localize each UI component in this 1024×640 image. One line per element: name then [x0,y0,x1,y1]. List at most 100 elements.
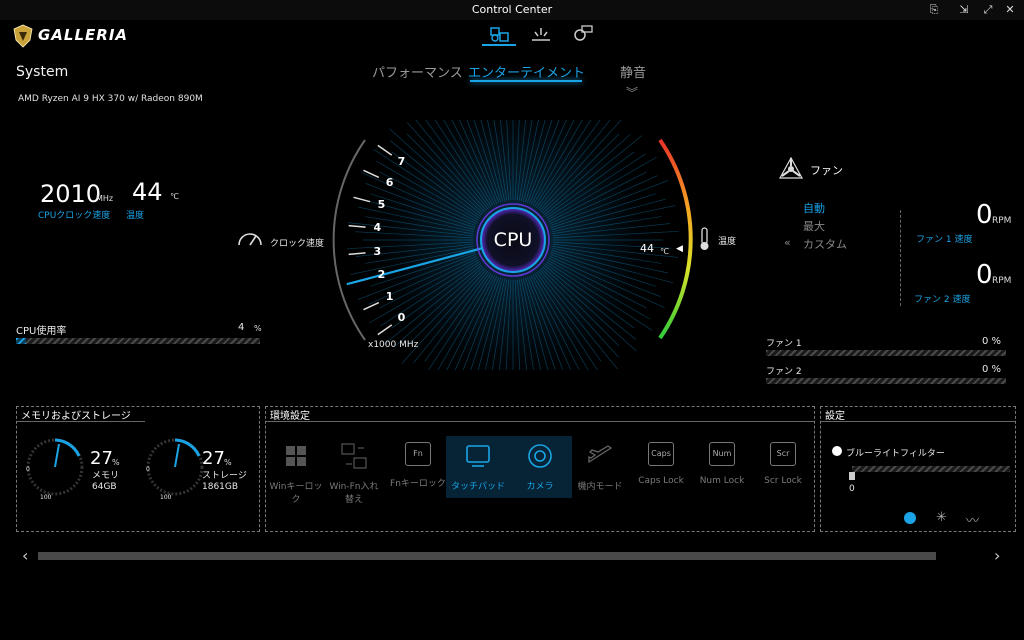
temp-title: 温度 [718,237,737,247]
fan-title: ファン [810,164,843,177]
gauge-tick-label: 7 [397,154,406,168]
speedometer-icon [238,233,262,246]
camera-toggle[interactable]: カメラ [508,436,572,498]
caps-key-text: Caps [648,442,674,466]
audio-wave-icon[interactable]: 〰 [966,510,979,529]
num-lock-toggle[interactable]: Num Num Lock [694,440,750,486]
win-fn-swap-label: Win-Fn入れ替え [329,482,379,505]
fan2-bar-value: 0 % [982,364,1002,375]
memory-percent-unit: % [112,458,120,467]
dashboard-tab-icon[interactable] [488,24,510,44]
storage-percent-unit: % [224,458,232,467]
caps-lock-toggle[interactable]: Caps Caps Lock [633,440,689,486]
caps-key-icon: Caps [647,442,675,470]
expand-chevron-icon[interactable]: ︾ [626,84,638,101]
win-fn-swap-toggle[interactable]: Win-Fn入れ替え [326,440,382,505]
swap-keys-icon [341,443,367,469]
storage-percent: 27 [202,448,225,469]
bluelight-slider[interactable] [852,466,1010,472]
bluelight-value: 0 [849,484,855,494]
win-key-lock-toggle[interactable]: Winキーロック [268,440,324,505]
gauge-tick-label: 2 [377,268,386,282]
cpu-temp-value: 44 [132,178,163,206]
gauge-center-label: CPU [493,229,533,251]
theme-mode-icon[interactable] [904,512,916,524]
fan2-bar-label: ファン 2 [766,367,802,377]
scroll-right-arrow-icon[interactable]: › [994,546,1000,565]
win-key-lock-label: Winキーロック [269,482,323,505]
minimize-icon[interactable]: ⇲ [954,2,974,18]
lighting-tab-icon[interactable] [530,24,552,44]
memory-panel-title: メモリおよびストレージ [17,407,145,422]
scr-key-text: Scr [770,442,796,466]
fn-key-lock-label: Fnキーロック [390,479,446,489]
fn-key-icon: Fn [404,442,432,470]
bluelight-label: ブルーライトフィルター [846,449,945,459]
close-icon[interactable]: ✕ [1000,2,1020,18]
gauge-scale-unit: x1000 MHz [368,340,419,350]
fan2-rpm-unit: RPM [992,276,1012,286]
storage-dial-max: 100 [160,494,172,501]
memory-dial-min: 0 [26,466,30,473]
memory-dial-max: 100 [40,494,52,501]
gauge-tick-label: 0 [397,311,406,324]
mode-entertainment[interactable]: エンターテイメント [468,62,585,81]
scroll-lock-toggle[interactable]: Scr Scr Lock [755,440,811,486]
fan-mode-custom[interactable]: カスタム [803,236,847,252]
monitor-tab-icon[interactable] [572,24,594,44]
brightness-icon[interactable]: ✳ [936,510,947,525]
fn-key-lock-toggle[interactable]: Fn Fnキーロック [390,440,446,489]
temp-pointer-icon: ◀ [676,244,683,254]
gauge-tick-label: 4 [373,221,382,235]
touchpad-toggle[interactable]: タッチパッド [446,436,510,498]
storage-size: 1861GB [202,482,239,492]
scroll-left-arrow-icon[interactable]: ‹ [22,546,28,565]
scr-key-icon: Scr [769,442,797,470]
fan1-rpm-value: 0 [976,200,993,230]
maximize-icon[interactable]: ⤢ [978,2,998,18]
fan2-speed-label: ファン 2 速度 [914,295,971,305]
fan1-speed-label: ファン 1 速度 [916,235,973,245]
memory-percent: 27 [90,448,113,469]
cpu-usage-unit: % [254,324,262,333]
window-title: Control Center [471,3,553,16]
export-icon[interactable]: ⎘ [924,2,944,18]
gauge-tick-label: 6 [385,175,394,189]
memory-size: 64GB [92,482,117,492]
airplane-mode-toggle[interactable]: 機内モード [572,440,628,492]
cpu-usage-value: 4 [238,322,245,333]
thermometer-icon [700,227,709,250]
fan1-bar [766,350,1006,356]
cpu-name: AMD Ryzen AI 9 HX 370 w/ Radeon 890M [18,94,203,104]
environment-panel-title: 環境設定 [266,407,814,422]
cpu-temp-label: 温度 [126,211,145,221]
cpu-usage-label: CPU使用率 [16,326,67,337]
num-lock-label: Num Lock [699,476,745,486]
fn-key-text: Fn [405,442,431,466]
scroll-lock-label: Scr Lock [764,476,802,486]
camera-label: カメラ [526,482,554,492]
bluelight-icon [832,446,842,456]
active-tab-indicator [482,44,516,46]
touchpad-label: タッチパッド [450,482,505,492]
fan-icon [778,156,804,179]
bluelight-slider-handle[interactable] [849,472,855,480]
fan-mode-auto[interactable]: 自動 [803,200,825,216]
gauge-tick-label: 3 [373,244,382,258]
mode-performance[interactable]: パフォーマンス [372,62,463,81]
fan1-rpm-unit: RPM [992,216,1012,226]
fan-mode-max[interactable]: 最大 [803,218,825,234]
touchpad-icon [466,445,490,467]
cpu-clock-value: 2010 [40,180,102,208]
windows-key-icon [286,446,306,466]
fan-divider [900,210,902,306]
camera-icon [528,444,552,468]
memory-label: メモリ [92,471,120,481]
brand-name: GALLERIA [38,26,129,44]
horizontal-scrollbar[interactable] [38,552,936,560]
settings-panel-title: 設定 [821,407,1015,422]
fan1-bar-label: ファン 1 [766,339,802,349]
mode-silent[interactable]: 静音 [620,62,646,81]
memory-dial [26,438,84,496]
fan-custom-chevron-icon: « [784,236,791,249]
